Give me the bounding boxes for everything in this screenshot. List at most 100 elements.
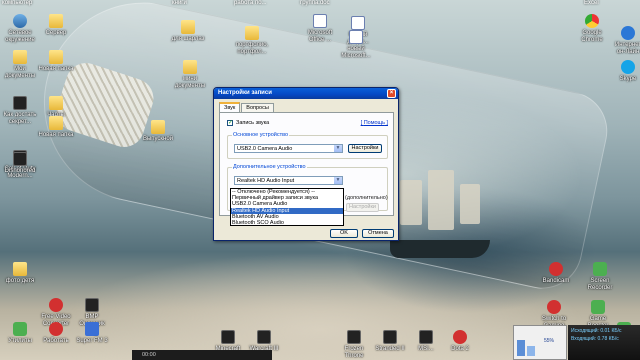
desktop-icon-label: Мои документы xyxy=(4,66,36,79)
record-sound-checkbox[interactable]: ✓ Запись звука xyxy=(227,120,269,126)
primary-settings-button[interactable]: Настройки xyxy=(348,144,382,153)
desktop-icon-howto[interactable]: Как достать секрет... xyxy=(2,96,38,126)
cpu-value: 55% xyxy=(544,338,555,344)
close-icon[interactable]: × xyxy=(387,89,396,98)
desktop-icon-label: Интернет он-Лайн xyxy=(614,42,640,55)
primary-device-group: Основное устройство USB2.0 Camera Audio … xyxy=(227,132,388,159)
top-label[interactable]: компьютер xyxy=(2,0,32,6)
desktop-icon-rabotat[interactable]: Работать xyxy=(38,322,74,345)
desktop-icon-label: для шарлаз xyxy=(171,36,205,42)
desktop-icon-ie[interactable]: Интернет он-Лайн xyxy=(610,26,640,56)
primary-device-group-label: Основное устройство xyxy=(232,132,290,138)
checkmark-icon: ✓ xyxy=(227,120,234,126)
secondary-settings-button[interactable]: Настройки xyxy=(346,203,379,212)
folder-icon xyxy=(49,50,63,64)
desktop-icon-chrome[interactable]: Google Chrome xyxy=(574,14,610,44)
primary-device-select[interactable]: USB2.0 Camera Audio ▼ xyxy=(234,144,343,153)
desktop-icon-screenrec[interactable]: Screen Recorder xyxy=(582,262,618,292)
desktop-icon-newfolder1[interactable]: Новая папка xyxy=(38,50,74,73)
tab-sound[interactable]: Звук xyxy=(219,102,241,112)
folder-icon xyxy=(245,26,259,40)
desktop-icon-label: Новая папка xyxy=(38,132,74,138)
secondary-device-group-label: Дополнительное устройство xyxy=(232,164,307,170)
desktop-icon-label: Stranded II xyxy=(375,346,405,352)
taskbar-clock-strip[interactable]: 00:00 xyxy=(132,350,272,360)
folder-icon xyxy=(13,262,27,276)
desktop-icon-skype[interactable]: Skype xyxy=(610,60,640,83)
desktop-icon-newdoc[interactable]: новый Microsoft... xyxy=(338,30,374,60)
desktop-icon-docs[interactable]: Мои документы xyxy=(2,50,38,80)
desktop-icon-photo[interactable]: фото детя xyxy=(2,262,38,285)
msi-icon xyxy=(419,330,433,344)
upload-label: Исходящий: xyxy=(571,328,599,334)
folder-icon xyxy=(183,60,197,74)
folder-icon xyxy=(49,116,63,130)
desktop-icon-label: мини документы xyxy=(174,76,206,89)
cpu-meter-gadget[interactable]: 55% xyxy=(513,325,567,360)
bandicam-icon xyxy=(549,262,563,276)
chevron-down-icon[interactable]: ▼ xyxy=(334,177,342,184)
desktop-icon-label: Microsoft Office ... xyxy=(307,30,333,43)
app-icon xyxy=(49,322,63,336)
desktop-icon-label: Новая папка xyxy=(38,66,74,72)
booster-icon xyxy=(591,300,605,314)
top-label[interactable]: работа по... xyxy=(234,0,267,6)
folder-icon xyxy=(49,96,63,110)
desktop-icon-nashe[interactable]: мини документы xyxy=(172,60,208,90)
ie-icon xyxy=(621,26,635,40)
ok-button[interactable]: OK xyxy=(330,229,358,238)
primary-device-value: USB2.0 Camera Audio xyxy=(237,146,293,152)
desktop-icon-stranded[interactable]: Stranded II xyxy=(372,330,408,353)
desktop-icon-superfm[interactable]: Super FM 3 xyxy=(74,322,110,345)
word-icon xyxy=(349,30,363,44)
desktop-icon-label: Screen Recorder xyxy=(587,278,613,291)
desktop-icon-label: Dota 2 xyxy=(451,346,469,352)
secondary-device-select[interactable]: Realtek HD Audio Input ▼ xyxy=(234,176,343,185)
tab-questions[interactable]: Вопросы xyxy=(241,103,274,112)
desktop-icon-label: Bandicam xyxy=(542,278,570,284)
desktop-icon-newfolder2[interactable]: Новая папка xyxy=(38,116,74,139)
top-label[interactable]: Excel xyxy=(584,0,599,6)
chevron-down-icon[interactable]: ▼ xyxy=(334,145,342,152)
dialog-titlebar[interactable]: Настройки записи × xyxy=(214,88,398,99)
taskbar-time: 00:00 xyxy=(142,352,156,358)
desktop-icon-label: новый Microsoft... xyxy=(341,46,371,59)
desktop-icon-msi[interactable]: MSI... xyxy=(408,330,444,353)
network-meter-gadget[interactable]: Исходящий: 0.01 КБ/с Входящий: 0.78 КБ/с xyxy=(568,325,640,360)
network-icon xyxy=(13,14,27,28)
desktop-icon-dota[interactable]: Dota 2 xyxy=(442,330,478,353)
game-icon xyxy=(13,96,27,110)
download-label: Входящий: xyxy=(571,336,597,342)
desktop-icon-portfolio[interactable]: портфолио, портфол... xyxy=(234,26,270,56)
cancel-button[interactable]: Отмена xyxy=(362,229,394,238)
desktop-icon-label: Skype xyxy=(619,76,637,82)
desktop-icon-network[interactable]: Сетевое окружение xyxy=(2,14,38,44)
chrome-icon xyxy=(585,14,599,28)
dialog-title: Настройки записи xyxy=(218,90,272,96)
desktop-icon-server[interactable]: Сервер xyxy=(38,14,74,37)
desktop-icon-bandicam[interactable]: Bandicam xyxy=(538,262,574,285)
frozen-icon xyxy=(347,330,361,344)
download-value: 0.78 КБ/с xyxy=(597,336,619,342)
top-label[interactable]: группа.doc xyxy=(300,0,330,6)
secondary-hint-text: (дополнительно) xyxy=(345,195,388,201)
desktop-icon-dop[interactable]: Выпускной xyxy=(140,120,176,143)
top-label[interactable]: книги xyxy=(172,0,187,6)
desktop-icon-label: Frozen Throne xyxy=(344,346,364,359)
desktop-icon-for-share[interactable]: для шарлаз xyxy=(170,20,206,43)
desktop-icon-label: Сетевое окружение xyxy=(5,30,35,43)
stranded-icon xyxy=(383,330,397,344)
desktop-icon-msoffice[interactable]: Microsoft Office ... xyxy=(302,14,338,44)
upload-value: 0.01 КБ/с xyxy=(600,328,622,334)
desktop-icon-label: Утилиты xyxy=(8,338,32,344)
desktop-icon-label: портфолио, портфол... xyxy=(235,42,269,55)
desktop-icon-frozen[interactable]: Frozen Throne xyxy=(336,330,372,360)
dropdown-option[interactable]: Bluetooth SCO Audio xyxy=(231,220,343,226)
cpu-bar xyxy=(517,340,525,356)
desktop-icon-utorrent[interactable]: Утилиты xyxy=(2,322,38,345)
desktop-icon-dishonored[interactable]: Dishonored xyxy=(2,152,38,175)
folder-icon xyxy=(181,20,195,34)
help-link[interactable]: [ Помощь ] xyxy=(361,120,388,126)
record-sound-label: Запись звука xyxy=(236,120,270,126)
secondary-device-dropdown[interactable]: -- Отключено (Рекомендуется) -- Первичный… xyxy=(230,188,344,226)
